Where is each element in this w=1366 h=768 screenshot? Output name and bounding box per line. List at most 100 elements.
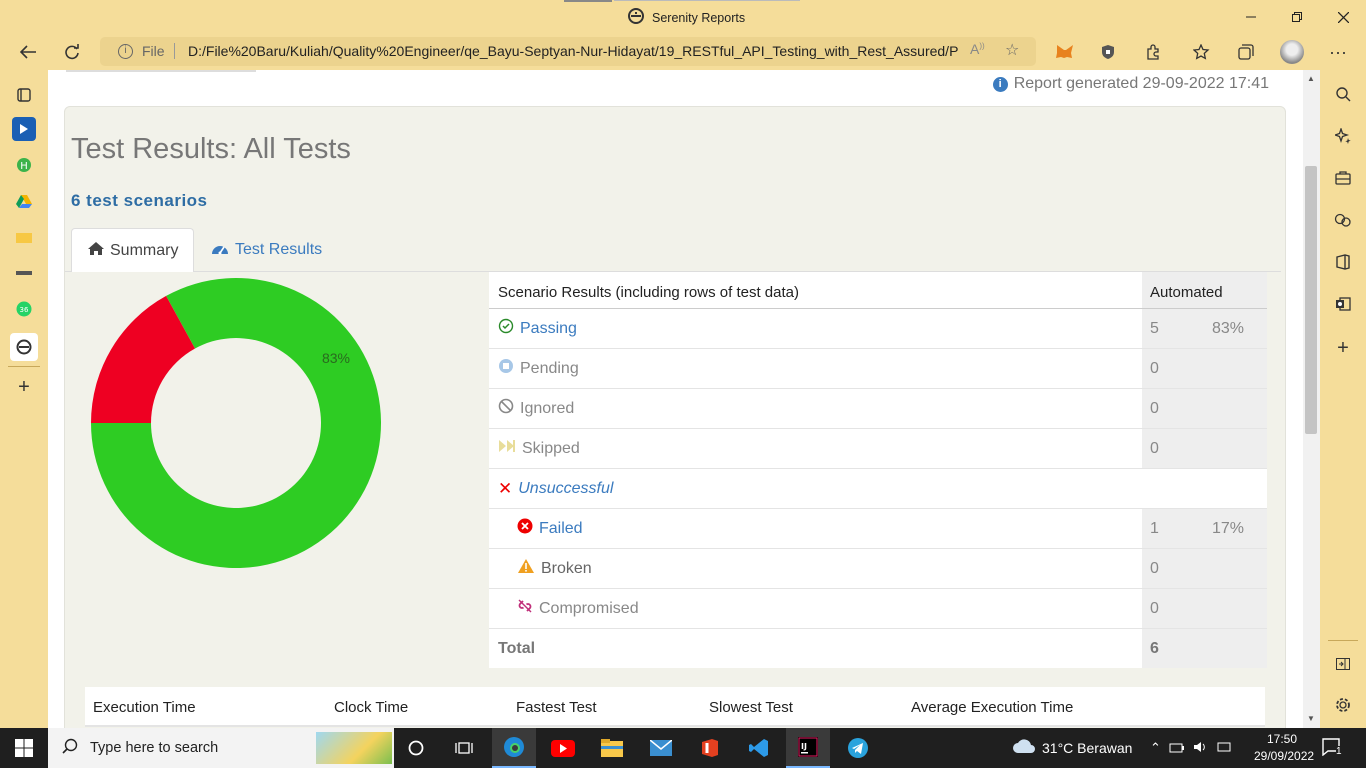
- row-ignored: Ignored 0: [489, 388, 1267, 428]
- dashboard-icon: [211, 241, 229, 260]
- pending-icon: [498, 358, 514, 379]
- language-icon[interactable]: [1217, 740, 1231, 757]
- info-icon[interactable]: i: [118, 44, 133, 59]
- taskbar-search[interactable]: Type here to search: [48, 728, 394, 768]
- read-aloud-icon[interactable]: A)): [970, 41, 985, 57]
- url-scheme: File: [142, 43, 165, 59]
- search-highlight-image: [316, 732, 392, 764]
- svg-text:IJ: IJ: [801, 742, 807, 751]
- top-fragment: [66, 70, 256, 72]
- url-text[interactable]: D:/File%20Baru/Kuliah/Quality%20Engineer…: [188, 43, 958, 59]
- warning-icon: [517, 558, 535, 579]
- minimize-button[interactable]: [1228, 0, 1274, 34]
- unsuccessful-link[interactable]: Unsuccessful: [518, 480, 613, 498]
- results-donut-chart: 17%83%: [91, 278, 381, 568]
- fast-forward-icon: [498, 439, 516, 458]
- report-generated: i Report generated 29-09-2022 17:41: [992, 75, 1269, 93]
- task-view-icon[interactable]: [442, 728, 486, 768]
- row-unsuccessful: ✕ Unsuccessful: [489, 468, 1267, 508]
- passing-percent: 83%: [1212, 319, 1245, 337]
- more-options-icon[interactable]: ···: [1320, 34, 1356, 70]
- svg-text:H: H: [20, 161, 28, 172]
- failed-link[interactable]: Failed: [539, 520, 583, 538]
- outlook-icon[interactable]: [1331, 292, 1355, 316]
- donut-label-passing: 83%: [322, 350, 350, 366]
- new-tab-icon[interactable]: +: [12, 375, 36, 399]
- report-panel: Test Results: All Tests 6 test scenarios…: [64, 106, 1286, 728]
- scroll-down-arrow[interactable]: ▼: [1307, 714, 1315, 723]
- scenario-results-table: Scenario Results (including rows of test…: [489, 272, 1267, 668]
- row-total: Total 6: [489, 628, 1267, 668]
- scroll-up-arrow[interactable]: ▲: [1307, 74, 1315, 83]
- office-icon[interactable]: [1331, 250, 1355, 274]
- intellij-icon[interactable]: IJ: [786, 728, 830, 768]
- page-viewport: i Report generated 29-09-2022 17:41 Test…: [48, 70, 1303, 728]
- tab-serenity-icon[interactable]: [10, 333, 38, 361]
- tab-whatsapp-icon[interactable]: 36: [12, 297, 36, 321]
- volume-icon[interactable]: [1193, 740, 1209, 757]
- settings-icon[interactable]: [1331, 693, 1355, 717]
- cortana-icon[interactable]: [394, 728, 438, 768]
- tab-media-icon[interactable]: [12, 117, 36, 141]
- back-icon[interactable]: [10, 34, 46, 70]
- file-explorer-icon[interactable]: [590, 728, 634, 768]
- scenario-count: 6 test scenarios: [71, 191, 208, 210]
- passing-count: 5: [1150, 319, 1159, 337]
- header-label: Scenario Results (including rows of test…: [498, 283, 799, 301]
- execution-stats-header: Execution Time Clock Time Fastest Test S…: [85, 687, 1265, 727]
- url-separator: [174, 43, 175, 59]
- discover-icon[interactable]: [1331, 124, 1355, 148]
- clock[interactable]: 17:50 29/09/2022: [1254, 731, 1314, 765]
- mail-icon[interactable]: [639, 728, 683, 768]
- table-header: Scenario Results (including rows of test…: [489, 272, 1267, 312]
- tab-drive-icon[interactable]: [12, 189, 36, 213]
- weather-widget[interactable]: 31°C Berawan: [1012, 738, 1132, 757]
- check-circle-icon: [498, 318, 514, 339]
- collections-icon[interactable]: [1228, 34, 1264, 70]
- chevron-up-icon[interactable]: ⌃: [1150, 740, 1161, 757]
- info-circle-icon: i: [992, 76, 1008, 92]
- metamask-icon[interactable]: [1047, 34, 1083, 70]
- hide-sidebar-icon[interactable]: [1331, 652, 1355, 676]
- scrollbar-thumb[interactable]: [1305, 166, 1317, 434]
- notifications-icon[interactable]: 1: [1322, 738, 1342, 759]
- windows-start-icon[interactable]: [2, 728, 46, 768]
- tab-site-icon[interactable]: [12, 261, 36, 285]
- tab-folder-icon[interactable]: [12, 225, 36, 249]
- telegram-icon[interactable]: [836, 728, 880, 768]
- tools-icon[interactable]: [1331, 166, 1355, 190]
- favorite-add-icon[interactable]: ☆: [1005, 40, 1019, 60]
- failed-circle-icon: [517, 518, 533, 539]
- row-broken: Broken 0: [489, 548, 1267, 588]
- passing-link[interactable]: Passing: [520, 320, 577, 338]
- close-button[interactable]: [1320, 0, 1366, 34]
- row-skipped: Skipped 0: [489, 428, 1267, 468]
- tab-actions-icon[interactable]: [12, 83, 36, 107]
- extensions-icon[interactable]: [1135, 34, 1171, 70]
- tab-summary[interactable]: Summary: [71, 228, 194, 272]
- tab-hackerrank-icon[interactable]: H: [12, 153, 36, 177]
- row-pending: Pending 0: [489, 348, 1267, 388]
- add-sidebar-app-icon[interactable]: +: [1331, 336, 1355, 360]
- office-taskbar-icon[interactable]: [688, 728, 732, 768]
- vscode-icon[interactable]: [737, 728, 781, 768]
- tab-test-results[interactable]: Test Results: [195, 228, 338, 272]
- window-title: Serenity Reports: [628, 8, 745, 27]
- ban-icon: [498, 398, 514, 419]
- row-failed: Failed 1 17%: [489, 508, 1267, 548]
- edge-taskbar-icon[interactable]: [492, 728, 536, 768]
- address-bar[interactable]: i File D:/File%20Baru/Kuliah/Quality%20E…: [100, 37, 1036, 66]
- tab-indicator: [564, 0, 612, 2]
- search-icon[interactable]: [1331, 82, 1355, 106]
- restore-button[interactable]: [1274, 0, 1320, 34]
- profile-avatar[interactable]: [1274, 34, 1310, 70]
- header-automated: Automated: [1142, 272, 1267, 312]
- youtube-taskbar-icon[interactable]: [541, 728, 585, 768]
- shield-extension-icon[interactable]: [1090, 34, 1126, 70]
- search-icon: [62, 738, 78, 758]
- games-icon[interactable]: [1331, 208, 1355, 232]
- battery-icon[interactable]: [1169, 740, 1185, 757]
- refresh-icon[interactable]: [54, 34, 90, 70]
- favorites-icon[interactable]: [1184, 34, 1220, 70]
- tab-indicator-line: [614, 0, 800, 1]
